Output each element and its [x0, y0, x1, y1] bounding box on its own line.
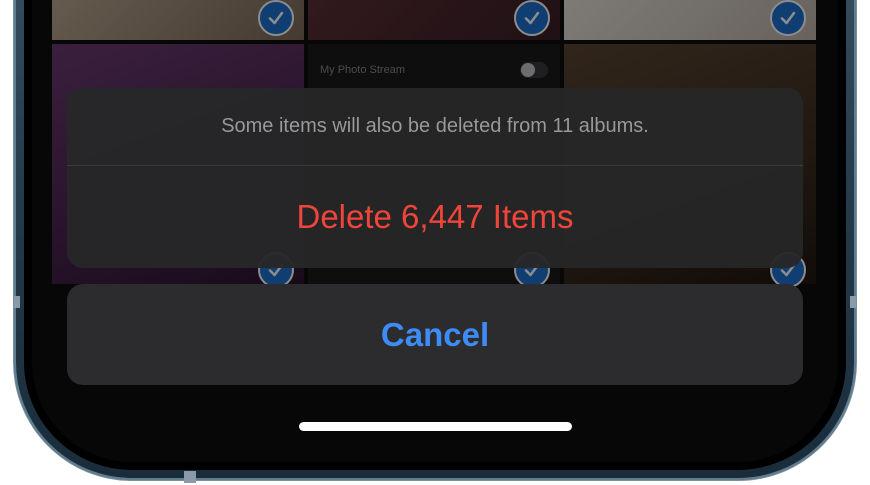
- frame-antenna-line: [184, 471, 196, 483]
- side-button-left: [14, 296, 20, 308]
- delete-items-button[interactable]: Delete 6,447 Items: [67, 166, 803, 268]
- cancel-button[interactable]: Cancel: [67, 284, 803, 385]
- screenshot-stage: My Photo Stream Some items will also be …: [0, 0, 870, 485]
- action-sheet-message: Some items will also be deleted from 11 …: [67, 88, 803, 166]
- side-button-right: [850, 296, 856, 308]
- home-indicator[interactable]: [299, 422, 572, 431]
- action-sheet: Some items will also be deleted from 11 …: [67, 88, 803, 268]
